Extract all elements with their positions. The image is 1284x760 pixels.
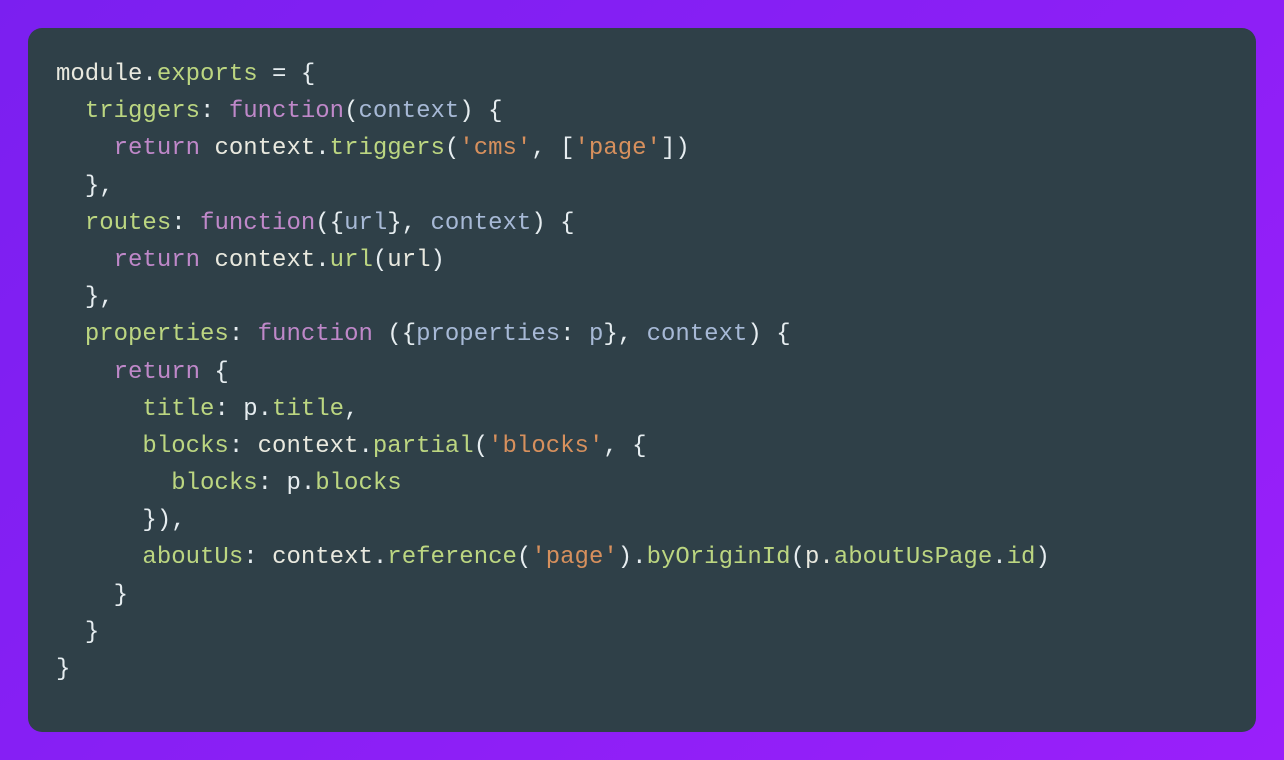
- tok-str-page2: 'page': [531, 544, 617, 571]
- tok-return: return: [114, 359, 200, 386]
- tok-rparen: ): [459, 98, 473, 125]
- tok-lparen: (: [791, 544, 805, 571]
- tok-p-dot: p.: [805, 544, 834, 571]
- tok-colon: :: [200, 98, 229, 125]
- tok-rparen: ): [618, 544, 632, 571]
- tok-rbrace: }: [114, 582, 128, 609]
- tok-colon: :: [229, 321, 258, 348]
- tok-context: context: [258, 433, 359, 460]
- tok-eq-brace: = {: [258, 61, 316, 88]
- tok-reference-call: reference: [387, 544, 517, 571]
- tok-lbrace: {: [330, 210, 344, 237]
- tok-lparen: (: [387, 321, 401, 348]
- tok-rbracket: ]: [661, 135, 675, 162]
- tok-rbrace: }: [142, 507, 156, 534]
- tok-exports: exports: [157, 61, 258, 88]
- tok-routes-key: routes: [85, 210, 171, 237]
- tok-str-page: 'page': [575, 135, 661, 162]
- tok-comma-only: ,: [344, 396, 358, 423]
- tok-dot: .: [373, 544, 387, 571]
- tok-colon: :: [171, 210, 200, 237]
- tok-context: context: [272, 544, 373, 571]
- tok-module: module: [56, 61, 142, 88]
- tok-dot: .: [142, 61, 156, 88]
- code-content: module.exports = { triggers: function(co…: [56, 56, 1228, 688]
- tok-colon: :: [229, 433, 258, 460]
- tok-rparen-comma: ),: [157, 507, 186, 534]
- tok-str-cms: 'cms': [459, 135, 531, 162]
- tok-brace: {: [546, 210, 575, 237]
- tok-function: function: [200, 210, 315, 237]
- tok-dot: .: [315, 135, 329, 162]
- tok-aboutus-key: aboutUs: [142, 544, 243, 571]
- tok-lparen: (: [373, 247, 387, 274]
- tok-comma: ,: [618, 321, 647, 348]
- tok-str-blocks: 'blocks': [488, 433, 603, 460]
- tok-lparen: (: [517, 544, 531, 571]
- tok-rbrace: }: [603, 321, 617, 348]
- tok-colon-p: : p.: [258, 470, 316, 497]
- tok-dot: .: [358, 433, 372, 460]
- tok-rbrace: }: [85, 619, 99, 646]
- tok-rbrace-comma: },: [85, 284, 114, 311]
- tok-comma: ,: [402, 210, 431, 237]
- tok-brace: {: [200, 359, 229, 386]
- tok-triggers-call: triggers: [330, 135, 445, 162]
- tok-comma: ,: [531, 135, 560, 162]
- tok-url-arg: url: [387, 247, 430, 274]
- tok-url-param: url: [344, 210, 387, 237]
- tok-lparen: (: [344, 98, 358, 125]
- tok-return: return: [114, 135, 200, 162]
- tok-byoriginid-call: byOriginId: [647, 544, 791, 571]
- tok-rparen: ): [431, 247, 445, 274]
- tok-url-call: url: [330, 247, 373, 274]
- tok-lbrace: {: [402, 321, 416, 348]
- tok-lbracket: [: [560, 135, 574, 162]
- tok-rparen: ): [531, 210, 545, 237]
- tok-colon-p: : p.: [214, 396, 272, 423]
- tok-blocks-val: blocks: [315, 470, 401, 497]
- tok-p-param: p: [589, 321, 603, 348]
- tok-brace: {: [474, 98, 503, 125]
- code-block: module.exports = { triggers: function(co…: [28, 28, 1256, 732]
- tok-context: context: [214, 247, 315, 274]
- tok-brace: {: [762, 321, 791, 348]
- tok-lparen: (: [445, 135, 459, 162]
- tok-rparen: ): [747, 321, 761, 348]
- tok-function: function: [229, 98, 344, 125]
- tok-function: function: [258, 321, 388, 348]
- tok-aboutuspage: aboutUsPage: [834, 544, 992, 571]
- tok-rparen: ): [1035, 544, 1049, 571]
- tok-rbrace: }: [56, 656, 70, 683]
- tok-context-param: context: [647, 321, 748, 348]
- tok-context-param: context: [431, 210, 532, 237]
- tok-rbrace: }: [387, 210, 401, 237]
- tok-blocks-key2: blocks: [171, 470, 257, 497]
- tok-sp: [200, 135, 214, 162]
- tok-triggers-key: triggers: [85, 98, 200, 125]
- tok-lparen: (: [474, 433, 488, 460]
- tok-dot: .: [315, 247, 329, 274]
- tok-lbrace: {: [632, 433, 646, 460]
- tok-comma: ,: [603, 433, 632, 460]
- tok-title-val: title: [272, 396, 344, 423]
- tok-context: context: [214, 135, 315, 162]
- tok-blocks-key: blocks: [142, 433, 228, 460]
- tok-rbrace-comma: },: [85, 173, 114, 200]
- tok-context-param: context: [358, 98, 459, 125]
- tok-partial-call: partial: [373, 433, 474, 460]
- tok-colon: :: [243, 544, 272, 571]
- tok-properties-key: properties: [85, 321, 229, 348]
- tok-colon: :: [560, 321, 589, 348]
- tok-dot: .: [992, 544, 1006, 571]
- tok-lparen: (: [315, 210, 329, 237]
- tok-dot: .: [632, 544, 646, 571]
- tok-return: return: [114, 247, 200, 274]
- tok-title-key: title: [142, 396, 214, 423]
- tok-properties-param: properties: [416, 321, 560, 348]
- tok-id: id: [1007, 544, 1036, 571]
- tok-rparen: ): [675, 135, 689, 162]
- tok-sp: [200, 247, 214, 274]
